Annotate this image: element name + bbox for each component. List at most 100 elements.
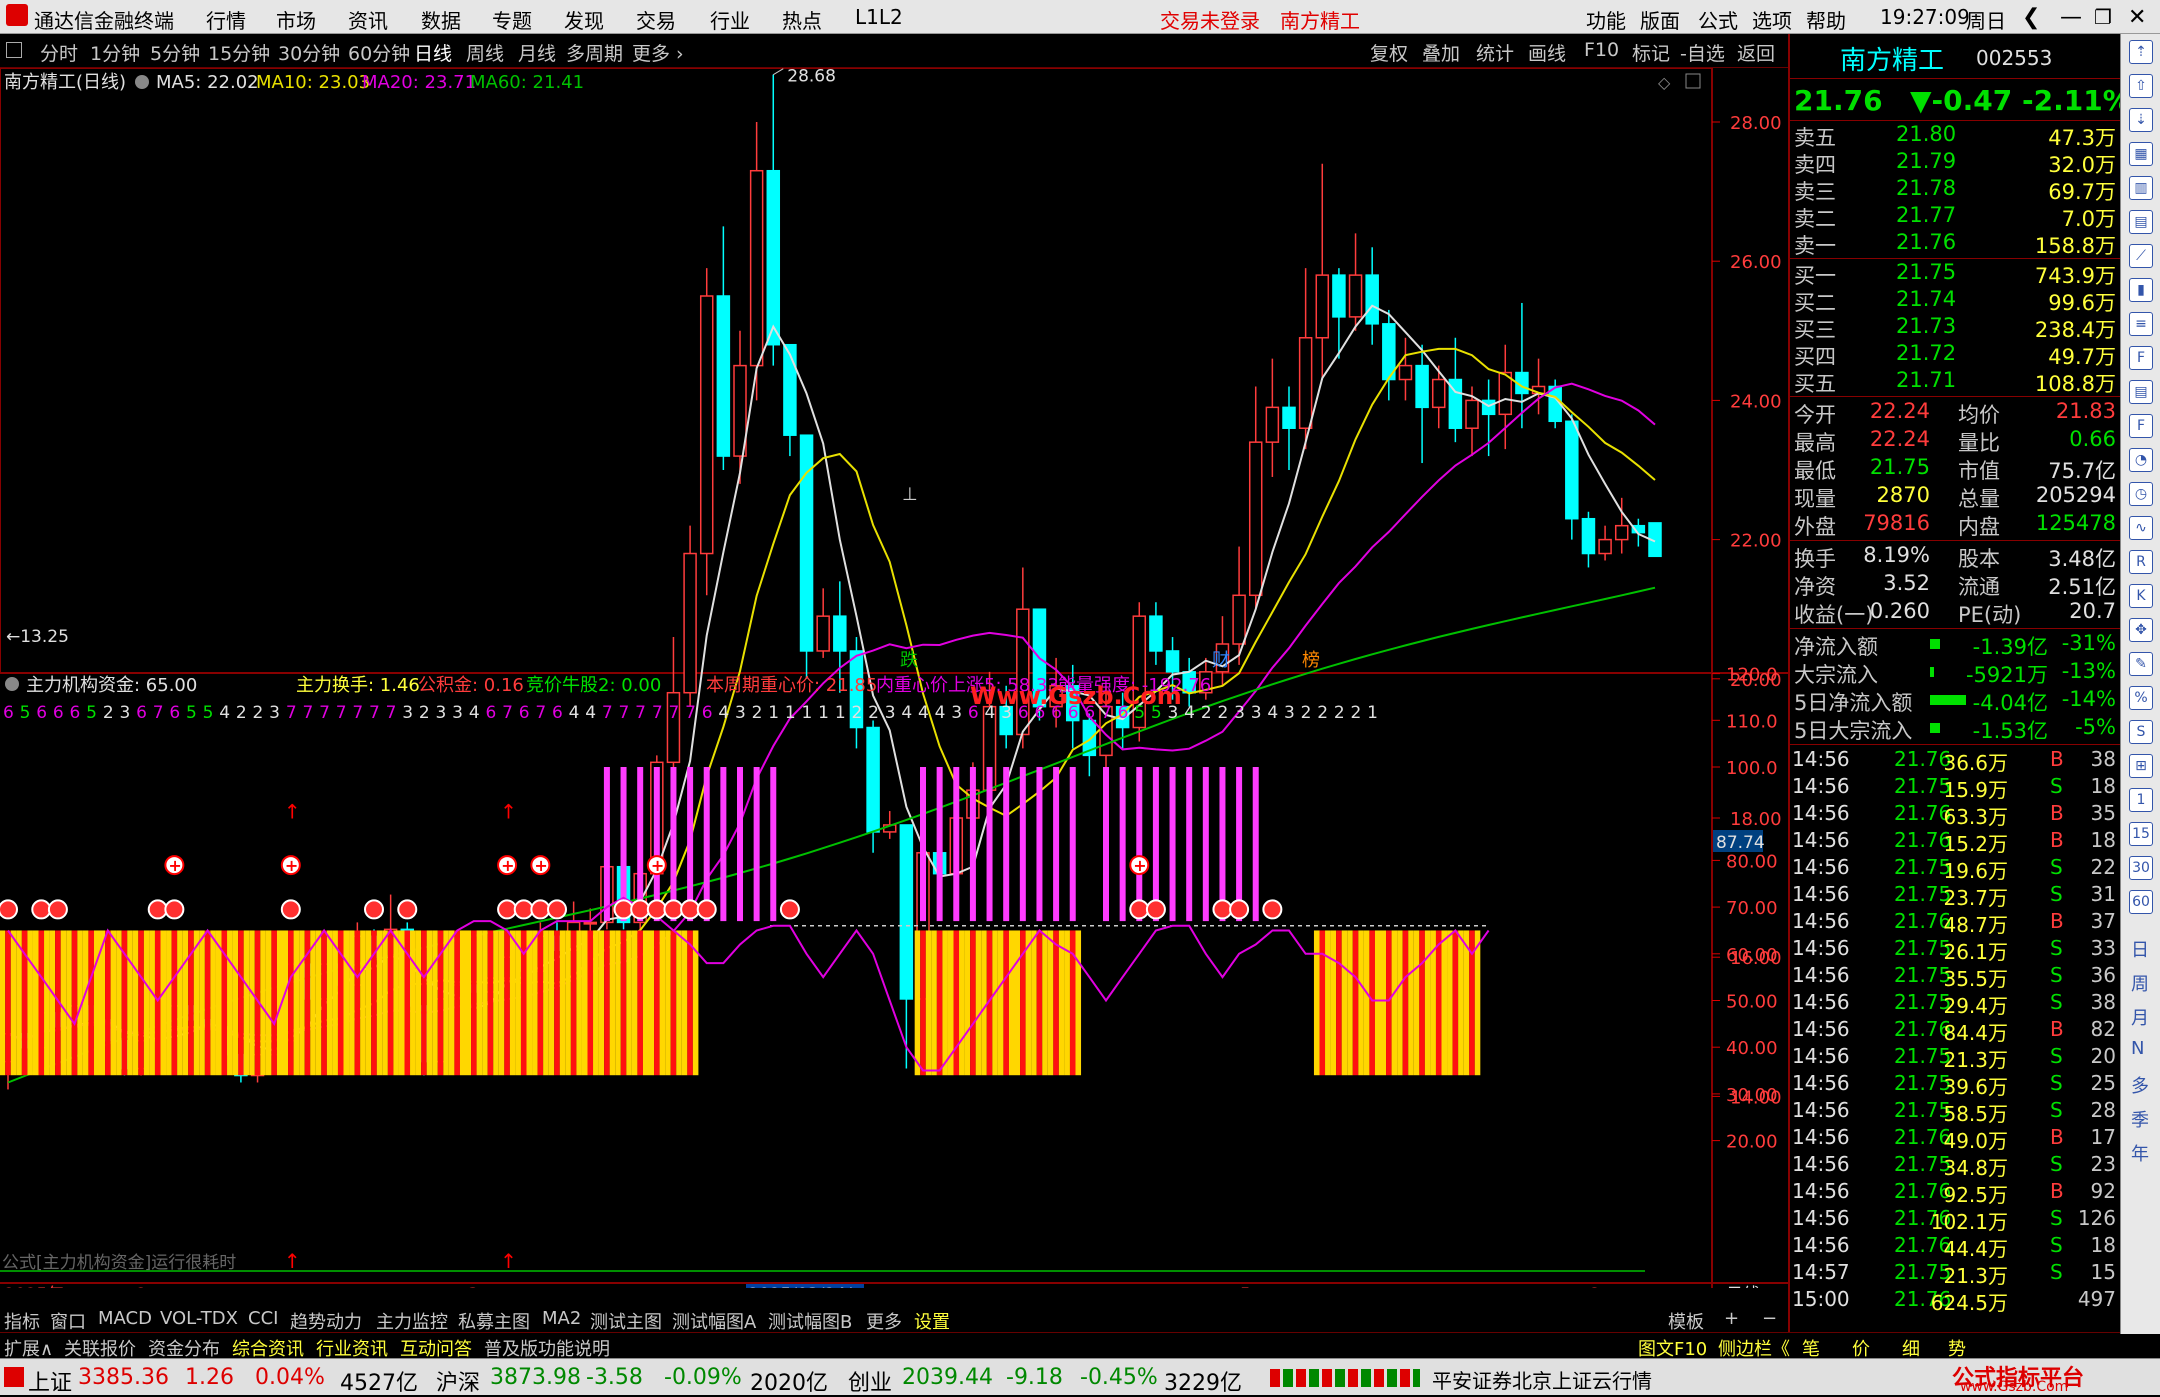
timeframe-9[interactable]: 多周期 — [566, 39, 623, 66]
menu-3[interactable]: 数据 — [421, 5, 461, 34]
f2-icon[interactable]: F — [2129, 414, 2153, 438]
timeframe-6[interactable]: 日线 — [414, 39, 452, 66]
tool-2[interactable]: 统计 — [1476, 39, 1514, 66]
menu-7[interactable]: 行业 — [710, 5, 750, 34]
timeframe-7[interactable]: 周线 — [466, 39, 504, 66]
tool-5[interactable]: 标记 — [1632, 39, 1670, 66]
timeframe-0[interactable]: 分时 — [40, 39, 78, 66]
percent-icon[interactable]: % — [2129, 686, 2153, 710]
timeframe-8[interactable]: 月线 — [518, 39, 556, 66]
timeframe-1[interactable]: 1分钟 — [90, 39, 140, 66]
menu-5[interactable]: 发现 — [564, 5, 604, 34]
tick-count: 28 — [2090, 1098, 2116, 1122]
zone-stripe — [199, 930, 205, 1076]
f10-icon[interactable]: F — [2129, 346, 2153, 370]
indicator-tab-6[interactable]: 主力监控 — [376, 1308, 448, 1334]
menu-right-1[interactable]: 版面 — [1640, 5, 1680, 34]
add-icon[interactable]: + — [1724, 1308, 1739, 1329]
d1-icon[interactable]: 1 — [2129, 788, 2153, 812]
pen-icon[interactable]: ✎ — [2129, 652, 2153, 676]
timeframe-2[interactable]: 5分钟 — [150, 39, 200, 66]
period-button-3[interactable]: N — [2131, 1038, 2144, 1059]
menu-9[interactable]: L1L2 — [855, 5, 903, 29]
indicator-tab-9[interactable]: 测试主图 — [590, 1308, 662, 1334]
indicator-tab-4[interactable]: CCI — [248, 1308, 278, 1329]
restore-icon[interactable]: ❐ — [2094, 5, 2112, 29]
period-button-0[interactable]: 日 — [2131, 936, 2149, 962]
menu-6[interactable]: 交易 — [636, 5, 676, 34]
cy-index-name[interactable]: 创业 — [848, 1365, 892, 1397]
tool-3[interactable]: 画线 — [1528, 39, 1566, 66]
kline-icon[interactable]: ▮ — [2129, 278, 2153, 302]
menu-right-3[interactable]: 选项 — [1752, 5, 1792, 34]
tool-7[interactable]: 返回 — [1737, 39, 1775, 66]
timeframe-5[interactable]: 60分钟 — [348, 39, 410, 66]
upload-icon[interactable]: ⇧ — [2129, 74, 2153, 98]
ball-marker — [779, 899, 800, 920]
indicator-tab-7[interactable]: 私募主图 — [458, 1308, 530, 1334]
tool-6[interactable]: -自选 — [1680, 39, 1725, 66]
d30-icon[interactable]: 30 — [2129, 856, 2153, 880]
wave-icon[interactable]: ∿ — [2129, 516, 2153, 540]
arrows-icon[interactable]: ✥ — [2129, 618, 2153, 642]
close-icon[interactable]: ✕ — [2128, 5, 2146, 30]
news-icon[interactable]: ▤ — [2129, 210, 2153, 234]
chart-icon[interactable]: ▦ — [2129, 142, 2153, 166]
clock-icon[interactable]: ◷ — [2129, 482, 2153, 506]
down-arrow-icon[interactable]: ⇣ — [2129, 108, 2153, 132]
menu-4[interactable]: 专题 — [492, 5, 532, 34]
login-status[interactable]: 交易未登录 — [1160, 5, 1260, 34]
rsi-icon[interactable]: R — [2129, 550, 2153, 574]
period-button-4[interactable]: 多 — [2131, 1072, 2149, 1098]
list-icon[interactable]: ≡ — [2129, 312, 2153, 336]
tick-time: 14:57 — [1792, 1260, 1850, 1284]
indicator-tab-5[interactable]: 趋势动力 — [290, 1308, 362, 1334]
menu-2[interactable]: 资讯 — [348, 5, 388, 34]
indicator-tab-3[interactable]: VOL-TDX — [160, 1308, 238, 1329]
d15-icon[interactable]: 15 — [2129, 822, 2153, 846]
indicator-tab-0[interactable]: 指标 — [4, 1308, 40, 1334]
kline-chart[interactable]: 南方精工(日线) MA5: 22.02MA10: 23.03MA20: 23.71… — [0, 68, 1788, 1288]
doc-icon[interactable]: ▤ — [2129, 380, 2153, 404]
menu-right-2[interactable]: 公式 — [1698, 5, 1738, 34]
menu-0[interactable]: 行情 — [206, 5, 246, 34]
indicator-tab-2[interactable]: MACD — [98, 1308, 152, 1329]
zone-stripe — [1391, 930, 1398, 1076]
tool-1[interactable]: 叠加 — [1422, 39, 1460, 66]
tool-0[interactable]: 复权 — [1370, 39, 1408, 66]
line-chart-icon[interactable]: ⟋ — [2129, 244, 2153, 268]
menu-right-4[interactable]: 帮助 — [1806, 5, 1846, 34]
menu-right-0[interactable]: 功能 — [1586, 5, 1626, 34]
indicator-tab-12[interactable]: 更多 — [866, 1308, 902, 1334]
panel-toggle-icon[interactable] — [6, 42, 22, 58]
back-icon[interactable]: ❮ — [2022, 5, 2040, 30]
sh-index-name[interactable]: 上证 — [28, 1365, 72, 1397]
period-button-1[interactable]: 周 — [2131, 970, 2149, 996]
indicator-tab-10[interactable]: 测试幅图A — [672, 1308, 756, 1334]
minimize-icon[interactable]: — — [2060, 5, 2082, 30]
indicator-tab-1[interactable]: 窗口 — [50, 1308, 86, 1334]
remove-icon[interactable]: − — [1762, 1308, 1777, 1329]
tool-4[interactable]: F10 — [1584, 39, 1619, 61]
period-button-2[interactable]: 月 — [2131, 1004, 2149, 1030]
d60-icon[interactable]: 60 — [2129, 890, 2153, 914]
period-button-6[interactable]: 年 — [2131, 1140, 2149, 1166]
gauge-icon[interactable]: ◔ — [2129, 448, 2153, 472]
indicator-tab-13[interactable]: 设置 — [914, 1308, 950, 1334]
bar-chart-icon[interactable]: ▥ — [2129, 176, 2153, 200]
menu-1[interactable]: 市场 — [276, 5, 316, 34]
menu-8[interactable]: 热点 — [782, 5, 822, 34]
timeframe-3[interactable]: 15分钟 — [208, 39, 270, 66]
s-icon[interactable]: S — [2129, 720, 2153, 744]
sm-icon[interactable]: ⊞ — [2129, 754, 2153, 778]
indicator-tab-8[interactable]: MA2 — [542, 1308, 581, 1329]
sz-index-name[interactable]: 沪深 — [436, 1365, 480, 1397]
k-icon[interactable]: K — [2129, 584, 2153, 608]
period-button-5[interactable]: 季 — [2131, 1106, 2149, 1132]
timeframe-4[interactable]: 30分钟 — [278, 39, 340, 66]
up-arrow-icon[interactable]: ⇡ — [2129, 40, 2153, 64]
timeframe-10[interactable]: 更多 › — [632, 39, 684, 66]
ball-marker — [1212, 899, 1233, 920]
template-button[interactable]: 模板 — [1668, 1308, 1704, 1334]
indicator-tab-11[interactable]: 测试幅图B — [768, 1308, 852, 1334]
